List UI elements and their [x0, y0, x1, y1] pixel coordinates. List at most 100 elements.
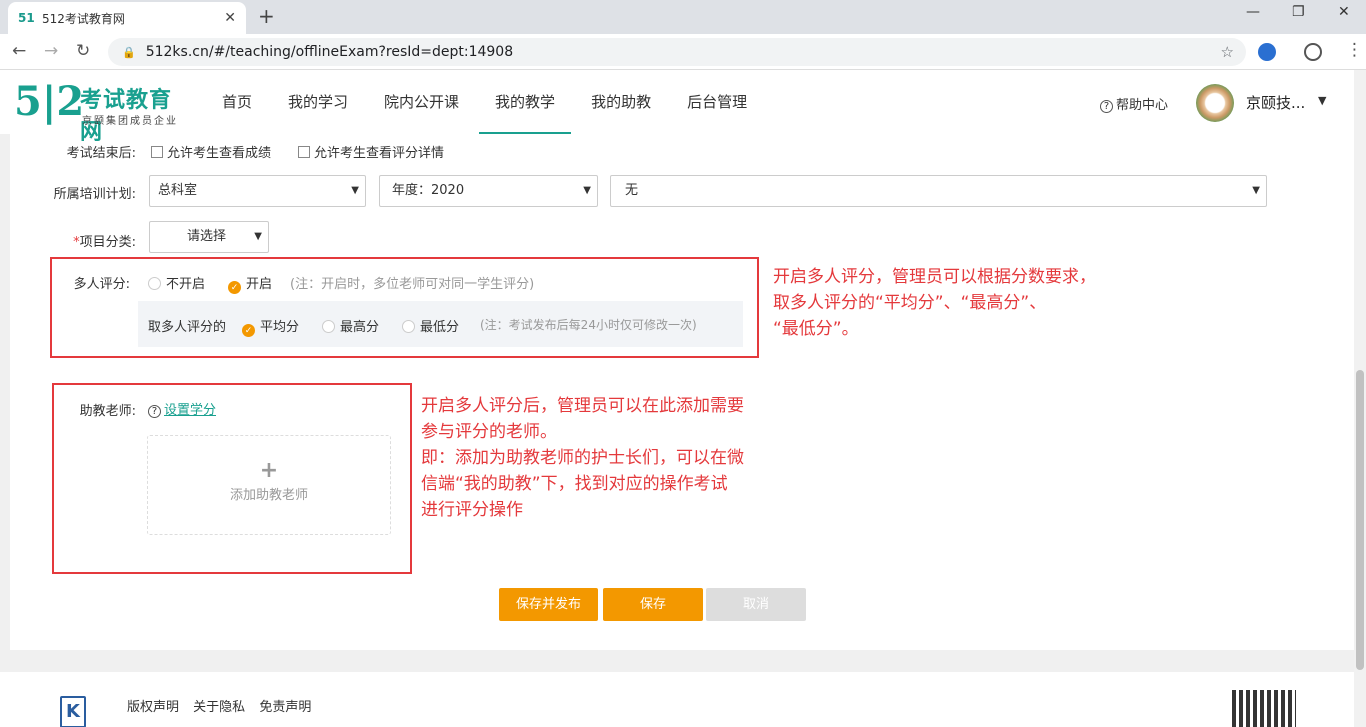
url-text: 512ks.cn/#/teaching/offlineExam?resId=de…: [145, 44, 514, 60]
annotation-line: 开启多人评分，管理员可以根据分数要求，: [773, 267, 1096, 287]
nav-home[interactable]: 首页: [206, 70, 268, 134]
minimize-icon[interactable]: —: [1246, 4, 1260, 20]
menu-dots-icon[interactable]: ⋮: [1346, 40, 1363, 60]
take-avg-label: 平均分: [260, 320, 300, 335]
allow-detail-label: 允许考生查看评分详情: [314, 146, 445, 161]
site-footer: K 版权声明 关于隐私 免责声明: [0, 672, 1366, 727]
multi-off-radio[interactable]: 不开启: [148, 273, 205, 292]
multi-note: (注：开启时，多位老师可对同一学生评分): [290, 277, 535, 292]
window-close-icon[interactable]: ✕: [1338, 4, 1350, 20]
plan-select-value: 总科室: [158, 183, 198, 198]
tab-title: 512考试教育网: [42, 11, 125, 26]
browser-toolbar: ← → ↻ 🔒 512ks.cn/#/teaching/offlineExam?…: [0, 34, 1366, 70]
page-body: 5|2 考试教育网 京颐集团成员企业 首页 我的学习 院内公开课 我的教学 我的…: [0, 70, 1366, 727]
allow-score-checkbox[interactable]: 允许考生查看成绩: [151, 142, 271, 161]
profile-icon[interactable]: [1304, 43, 1322, 61]
browser-tab[interactable]: 51 512考试教育网 ✕: [8, 2, 246, 34]
add-assistant-button[interactable]: + 添加助教老师: [147, 435, 391, 535]
checkbox-icon: [298, 146, 310, 158]
allow-score-label: 允许考生查看成绩: [167, 146, 272, 161]
plan-item-select-value: 无: [625, 183, 639, 198]
scrollbar-thumb[interactable]: [1356, 370, 1364, 670]
caret-down-icon: ▼: [254, 231, 262, 242]
footer-link-disclaimer[interactable]: 免责声明: [259, 700, 311, 715]
reload-icon[interactable]: ↻: [76, 41, 90, 61]
category-select[interactable]: 请选择 ▼: [149, 221, 269, 253]
after-exam-label: 考试结束后:: [66, 146, 136, 161]
nav-public-course[interactable]: 院内公开课: [368, 70, 475, 134]
checkbox-icon: [151, 146, 163, 158]
category-label: *项目分类:: [40, 231, 136, 250]
multi-grading-label: 多人评分:: [73, 277, 130, 292]
chevron-down-icon[interactable]: ▼: [1318, 94, 1326, 107]
take-max-label: 最高分: [340, 320, 380, 335]
category-select-value: 请选择: [187, 229, 227, 244]
nav-my-teaching[interactable]: 我的教学: [479, 70, 572, 134]
annotation-line: “最低分”。: [773, 319, 859, 339]
annotation-line: 取多人评分的“平均分”、“最高分”、: [773, 293, 1047, 313]
add-assistant-label: 添加助教老师: [229, 488, 308, 503]
take-score-label: 取多人评分的: [148, 320, 227, 335]
bookmark-star-icon[interactable]: ☆: [1221, 43, 1234, 61]
set-credit-label: 设置学分: [164, 403, 217, 418]
help-center-link[interactable]: ? 帮助中心: [1100, 94, 1168, 113]
tab-close-icon[interactable]: ✕: [224, 10, 236, 26]
extension-icon[interactable]: [1258, 43, 1276, 61]
year-select[interactable]: 年度：2020 ▼: [379, 175, 598, 207]
site-favicon-icon: 51: [18, 11, 35, 25]
annotation-line: 开启多人评分后，管理员可以在此添加需要: [421, 396, 744, 416]
site-logo[interactable]: 5|2 考试教育网 京颐集团成员企业: [14, 74, 194, 145]
save-button[interactable]: 保存: [603, 588, 703, 621]
caret-down-icon: ▼: [351, 185, 359, 196]
allow-detail-checkbox[interactable]: 允许考生查看评分详情: [298, 142, 444, 161]
logo-subtitle: 京颐集团成员企业: [82, 116, 178, 127]
new-tab-icon[interactable]: +: [258, 4, 275, 28]
year-select-value: 年度：2020: [392, 183, 465, 198]
user-name[interactable]: 京颐技...: [1246, 92, 1305, 113]
radio-icon: [148, 277, 161, 290]
take-min-radio[interactable]: 最低分: [402, 316, 459, 335]
take-avg-radio[interactable]: ✓ 平均分: [242, 316, 299, 337]
back-icon[interactable]: ←: [12, 41, 26, 61]
cancel-button[interactable]: 取消: [706, 588, 806, 621]
plan-label: 所属培训计划:: [53, 187, 136, 202]
plan-item-select[interactable]: 无 ▼: [610, 175, 1267, 207]
plus-icon: +: [259, 458, 279, 483]
lock-icon: 🔒: [122, 45, 136, 59]
question-icon: ?: [1100, 100, 1113, 113]
nav-admin[interactable]: 后台管理: [671, 70, 763, 134]
annotation-line: 参与评分的老师。: [421, 422, 557, 442]
take-min-label: 最低分: [420, 320, 460, 335]
annotation-line: 进行评分操作: [421, 500, 523, 520]
set-credit-link[interactable]: ? 设置学分: [148, 399, 216, 418]
logo-mark-icon: 5|2: [14, 78, 85, 125]
browser-tab-strip: 51 512考试教育网 ✕ + — ❐ ✕: [0, 0, 1366, 34]
annotation-line: 信端“我的助教”下，找到对应的操作考试: [421, 474, 728, 494]
question-icon: ?: [148, 405, 161, 418]
address-bar[interactable]: 🔒 512ks.cn/#/teaching/offlineExam?resId=…: [108, 38, 1246, 66]
multi-on-radio[interactable]: ✓ 开启: [228, 273, 272, 294]
caret-down-icon: ▼: [1252, 185, 1260, 196]
radio-icon: [402, 320, 415, 333]
site-header: 5|2 考试教育网 京颐集团成员企业 首页 我的学习 院内公开课 我的教学 我的…: [0, 70, 1354, 145]
multi-on-label: 开启: [246, 277, 273, 292]
forward-icon[interactable]: →: [44, 41, 58, 61]
save-publish-button[interactable]: 保存并发布: [499, 588, 598, 621]
radio-icon: [322, 320, 335, 333]
take-max-radio[interactable]: 最高分: [322, 316, 379, 335]
nav-my-assistant[interactable]: 我的助教: [575, 70, 667, 134]
radio-checked-icon: ✓: [228, 281, 241, 294]
nav-my-learning[interactable]: 我的学习: [272, 70, 364, 134]
caret-down-icon: ▼: [583, 185, 591, 196]
take-note: (注：考试发布后每24小时仅可修改一次): [480, 318, 697, 332]
avatar[interactable]: [1196, 84, 1234, 122]
plan-select[interactable]: 总科室 ▼: [149, 175, 366, 207]
footer-link-privacy[interactable]: 关于隐私: [193, 700, 245, 715]
footer-logo-icon: K: [60, 696, 86, 727]
multi-off-label: 不开启: [166, 277, 206, 292]
assistant-label: 助教老师:: [79, 404, 136, 419]
annotation-line: 即：添加为助教老师的护士长们，可以在微: [421, 448, 744, 468]
footer-link-copyright[interactable]: 版权声明: [127, 700, 179, 715]
page-scrollbar[interactable]: [1354, 70, 1366, 727]
restore-icon[interactable]: ❐: [1292, 4, 1305, 20]
